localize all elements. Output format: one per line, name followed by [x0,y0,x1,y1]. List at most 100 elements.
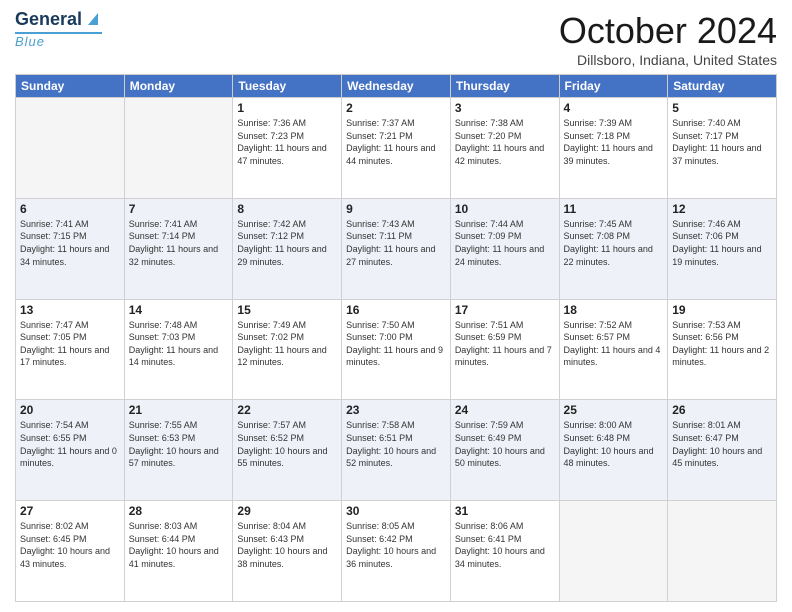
table-row: 7 Sunrise: 7:41 AM Sunset: 7:14 PM Daylig… [124,198,233,299]
day-number: 26 [672,403,772,417]
day-number: 7 [129,202,229,216]
col-wednesday: Wednesday [342,75,451,98]
day-number: 19 [672,303,772,317]
day-info: Sunrise: 7:50 AM Sunset: 7:00 PM Dayligh… [346,319,446,369]
table-row [124,98,233,199]
table-row: 25 Sunrise: 8:00 AM Sunset: 6:48 PM Dayli… [559,400,668,501]
day-info: Sunrise: 7:42 AM Sunset: 7:12 PM Dayligh… [237,218,337,268]
col-saturday: Saturday [668,75,777,98]
page: General Blue October 2024 Dillsboro, Ind… [0,0,792,612]
table-row: 27 Sunrise: 8:02 AM Sunset: 6:45 PM Dayli… [16,501,125,602]
day-info: Sunrise: 7:43 AM Sunset: 7:11 PM Dayligh… [346,218,446,268]
day-number: 29 [237,504,337,518]
day-info: Sunrise: 7:49 AM Sunset: 7:02 PM Dayligh… [237,319,337,369]
day-info: Sunrise: 7:41 AM Sunset: 7:14 PM Dayligh… [129,218,229,268]
table-row: 8 Sunrise: 7:42 AM Sunset: 7:12 PM Daylig… [233,198,342,299]
day-info: Sunrise: 7:55 AM Sunset: 6:53 PM Dayligh… [129,419,229,469]
day-number: 4 [564,101,664,115]
table-row: 12Sunrise: 7:46 AM Sunset: 7:06 PM Dayli… [668,198,777,299]
day-number: 14 [129,303,229,317]
day-info: Sunrise: 7:38 AM Sunset: 7:20 PM Dayligh… [455,117,555,167]
day-info: Sunrise: 7:57 AM Sunset: 6:52 PM Dayligh… [237,419,337,469]
day-number: 30 [346,504,446,518]
day-number: 20 [20,403,120,417]
day-info: Sunrise: 7:54 AM Sunset: 6:55 PM Dayligh… [20,419,120,469]
day-info: Sunrise: 7:44 AM Sunset: 7:09 PM Dayligh… [455,218,555,268]
col-tuesday: Tuesday [233,75,342,98]
calendar-week-row: 20 Sunrise: 7:54 AM Sunset: 6:55 PM Dayli… [16,400,777,501]
day-info: Sunrise: 7:53 AM Sunset: 6:56 PM Dayligh… [672,319,772,369]
table-row [16,98,125,199]
day-number: 21 [129,403,229,417]
col-monday: Monday [124,75,233,98]
day-info: Sunrise: 7:40 AM Sunset: 7:17 PM Dayligh… [672,117,772,167]
day-number: 8 [237,202,337,216]
table-row: 18Sunrise: 7:52 AM Sunset: 6:57 PM Dayli… [559,299,668,400]
table-row [668,501,777,602]
table-row: 17 Sunrise: 7:51 AM Sunset: 6:59 PM Dayli… [450,299,559,400]
table-row: 21 Sunrise: 7:55 AM Sunset: 6:53 PM Dayli… [124,400,233,501]
col-thursday: Thursday [450,75,559,98]
day-info: Sunrise: 7:47 AM Sunset: 7:05 PM Dayligh… [20,319,120,369]
day-number: 25 [564,403,664,417]
page-title: October 2024 [559,10,777,52]
day-number: 11 [564,202,664,216]
day-number: 28 [129,504,229,518]
day-number: 2 [346,101,446,115]
title-block: October 2024 Dillsboro, Indiana, United … [559,10,777,68]
table-row [559,501,668,602]
table-row: 30 Sunrise: 8:05 AM Sunset: 6:42 PM Dayli… [342,501,451,602]
calendar-week-row: 1Sunrise: 7:36 AM Sunset: 7:23 PM Daylig… [16,98,777,199]
day-info: Sunrise: 8:06 AM Sunset: 6:41 PM Dayligh… [455,520,555,570]
day-number: 22 [237,403,337,417]
table-row: 1Sunrise: 7:36 AM Sunset: 7:23 PM Daylig… [233,98,342,199]
day-info: Sunrise: 7:45 AM Sunset: 7:08 PM Dayligh… [564,218,664,268]
day-info: Sunrise: 8:01 AM Sunset: 6:47 PM Dayligh… [672,419,772,469]
day-number: 13 [20,303,120,317]
table-row: 9Sunrise: 7:43 AM Sunset: 7:11 PM Daylig… [342,198,451,299]
table-row: 24 Sunrise: 7:59 AM Sunset: 6:49 PM Dayli… [450,400,559,501]
table-row: 6 Sunrise: 7:41 AM Sunset: 7:15 PM Daylig… [16,198,125,299]
day-number: 3 [455,101,555,115]
logo-text: General [15,10,82,30]
day-number: 27 [20,504,120,518]
day-info: Sunrise: 7:37 AM Sunset: 7:21 PM Dayligh… [346,117,446,167]
calendar-week-row: 27 Sunrise: 8:02 AM Sunset: 6:45 PM Dayli… [16,501,777,602]
day-info: Sunrise: 7:39 AM Sunset: 7:18 PM Dayligh… [564,117,664,167]
day-info: Sunrise: 8:02 AM Sunset: 6:45 PM Dayligh… [20,520,120,570]
table-row: 14 Sunrise: 7:48 AM Sunset: 7:03 PM Dayli… [124,299,233,400]
table-row: 31 Sunrise: 8:06 AM Sunset: 6:41 PM Dayli… [450,501,559,602]
logo-icon [84,9,102,27]
table-row: 11 Sunrise: 7:45 AM Sunset: 7:08 PM Dayli… [559,198,668,299]
col-sunday: Sunday [16,75,125,98]
calendar-header-row: Sunday Monday Tuesday Wednesday Thursday… [16,75,777,98]
day-number: 31 [455,504,555,518]
day-info: Sunrise: 7:48 AM Sunset: 7:03 PM Dayligh… [129,319,229,369]
logo: General Blue [15,10,102,49]
calendar-table: Sunday Monday Tuesday Wednesday Thursday… [15,74,777,602]
table-row: 4 Sunrise: 7:39 AM Sunset: 7:18 PM Daylig… [559,98,668,199]
day-info: Sunrise: 8:05 AM Sunset: 6:42 PM Dayligh… [346,520,446,570]
day-number: 10 [455,202,555,216]
day-number: 24 [455,403,555,417]
table-row: 3 Sunrise: 7:38 AM Sunset: 7:20 PM Daylig… [450,98,559,199]
table-row: 28Sunrise: 8:03 AM Sunset: 6:44 PM Dayli… [124,501,233,602]
day-number: 5 [672,101,772,115]
day-info: Sunrise: 7:41 AM Sunset: 7:15 PM Dayligh… [20,218,120,268]
page-subtitle: Dillsboro, Indiana, United States [559,52,777,68]
table-row: 10 Sunrise: 7:44 AM Sunset: 7:09 PM Dayli… [450,198,559,299]
header: General Blue October 2024 Dillsboro, Ind… [15,10,777,68]
day-number: 23 [346,403,446,417]
day-number: 6 [20,202,120,216]
day-info: Sunrise: 7:36 AM Sunset: 7:23 PM Dayligh… [237,117,337,167]
day-info: Sunrise: 7:59 AM Sunset: 6:49 PM Dayligh… [455,419,555,469]
day-info: Sunrise: 7:51 AM Sunset: 6:59 PM Dayligh… [455,319,555,369]
day-number: 17 [455,303,555,317]
calendar-week-row: 6 Sunrise: 7:41 AM Sunset: 7:15 PM Daylig… [16,198,777,299]
logo-subtext: Blue [15,34,45,49]
table-row: 29Sunrise: 8:04 AM Sunset: 6:43 PM Dayli… [233,501,342,602]
table-row: 5 Sunrise: 7:40 AM Sunset: 7:17 PM Daylig… [668,98,777,199]
day-info: Sunrise: 8:00 AM Sunset: 6:48 PM Dayligh… [564,419,664,469]
day-info: Sunrise: 7:46 AM Sunset: 7:06 PM Dayligh… [672,218,772,268]
day-number: 16 [346,303,446,317]
